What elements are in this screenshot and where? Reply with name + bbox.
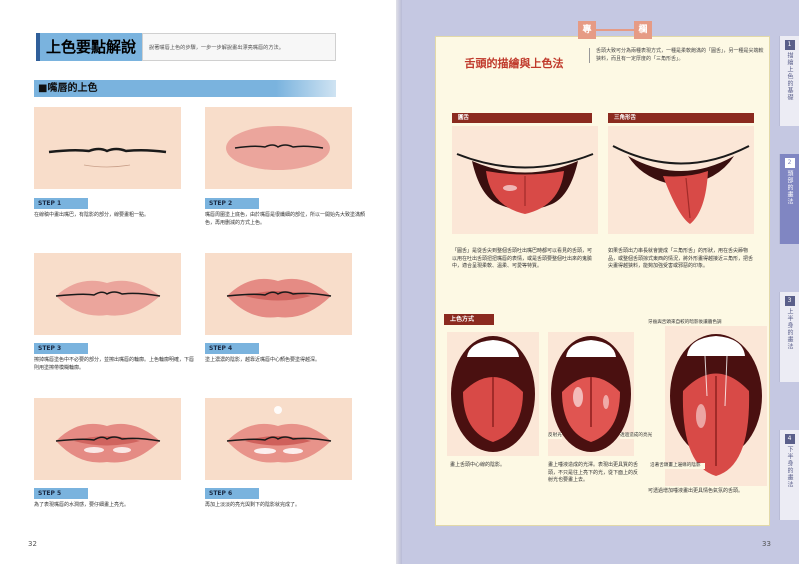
caption-step3: 可透過增加唾液畫出更具情色氣氛的舌頭。	[648, 488, 744, 494]
step1-illustration	[34, 107, 181, 189]
section-heading: ■嘴唇的上色	[34, 80, 336, 97]
step2-label: STEP 2	[205, 198, 259, 209]
lips-highlight	[55, 423, 161, 463]
caption-step1: 畫上舌頭中心線的陰影。	[450, 462, 506, 468]
step3-text: 擦掉嘴唇塗色中不必要的部分，並擦出嘴唇的輪廓。上色輪廓明確，下唇則用塗擦帶模糊輪…	[34, 357, 195, 371]
step5-text: 為了表現嘴唇的水潤感，要仔細畫上亮光。	[34, 502, 130, 508]
column-badge: 專 欄	[578, 21, 652, 39]
tab-1-label: 描繪上色的基礎	[786, 52, 793, 101]
step5-label: STEP 5	[34, 488, 88, 499]
triangle-tongue-drawing	[612, 145, 750, 224]
tongue-step1-drawing	[451, 336, 535, 452]
column-title: 舌頭的描繪與上色法	[464, 57, 564, 70]
page-title: 上色要點解說	[36, 33, 142, 61]
section-heading-text: ■嘴唇的上色	[38, 83, 98, 94]
annotation-reflect: 反射光	[548, 433, 562, 439]
annotation-shadow: 沿著舌頭畫上邊緣的陰影	[650, 463, 705, 469]
round-tongue-label: 圓舌	[452, 113, 592, 123]
lips-basecolor	[226, 126, 330, 170]
round-tongue-illustration	[452, 126, 598, 234]
coloring-step3	[665, 326, 767, 486]
title-description: 說著嘴唇上色的步驟，一步一步解說畫出漂亮嘴唇的方法。	[142, 33, 336, 61]
triangle-tongue-label: 三角形舌	[608, 113, 754, 123]
tab-chapter-1[interactable]: 1 描繪上色的基礎	[779, 36, 799, 126]
badge-divider	[596, 29, 634, 31]
badge-char-1: 專	[578, 21, 596, 39]
round-tongue-drawing	[456, 153, 594, 214]
step2-text: 嘴唇周圍塗上底色，由於嘴唇是很纖細的部位，所以一開始先大致塗滿顏色，再用删減的方…	[205, 212, 366, 226]
badge-char-2: 欄	[634, 21, 652, 39]
page-number-left: 32	[28, 540, 37, 548]
tab-1-number: 1	[784, 40, 795, 50]
lips-finished	[226, 406, 332, 463]
tab-3-label: 上半身的畫法	[786, 308, 793, 350]
step6-label: STEP 6	[205, 488, 259, 499]
coloring-method-label: 上色方式	[444, 314, 494, 325]
step3-illustration	[34, 253, 181, 335]
page-number-right: 33	[762, 540, 771, 548]
tongue-step3-drawing	[670, 334, 762, 476]
lips-lineart	[48, 147, 167, 168]
step5-illustration	[34, 398, 181, 480]
step4-label: STEP 4	[205, 343, 259, 354]
caption-step2: 畫上唾液造成的光澤。表現出更具質的舌頭，不只是往上亮下的光，從下面上的反射光也要…	[548, 462, 639, 483]
tab-chapter-4[interactable]: 4 下半身的畫法	[779, 430, 799, 520]
annotation-gap: 透過造成的亮光	[620, 433, 653, 439]
column-description: 舌頭大致可分為兩種表現方式，一種是柔軟飽滿的「圓舌」，另一種是尖端較狹料，而且有…	[589, 48, 764, 63]
book-gutter	[396, 0, 402, 564]
lips-shaded	[226, 278, 332, 318]
triangle-tongue-text: 如果舌頭出力串長就會變成「三角形舌」的形狀，用在舌尖舔物品，或整個舌頭掠式東西的…	[608, 248, 754, 269]
tab-chapter-2[interactable]: 2 頭部的畫法	[779, 154, 799, 244]
lips-shaped	[55, 280, 161, 316]
step3-label: STEP 3	[34, 343, 88, 354]
step1-label: STEP 1	[34, 198, 88, 209]
triangle-tongue-illustration	[608, 126, 754, 234]
step2-illustration	[205, 107, 352, 189]
tab-3-number: 3	[784, 296, 795, 306]
step1-text: 在線稿中畫出嘴巴，有陰影的部分，線要畫粗一點。	[34, 212, 150, 218]
tab-2-number: 2	[784, 158, 795, 168]
round-tongue-text: 「圓舌」是從舌尖到整個舌頭吐出嘴巴時都可以看見的舌頭，可以用在吐出舌頭扭扭嘴唇的…	[452, 248, 593, 269]
step4-illustration	[205, 253, 352, 335]
tab-chapter-3[interactable]: 3 上半身的畫法	[779, 292, 799, 382]
tab-2-label: 頭部的畫法	[786, 170, 793, 205]
coloring-step1	[447, 332, 539, 456]
tab-4-label: 下半身的畫法	[786, 446, 793, 488]
step6-text: 再加上淡淡的亮光與剩下的陰影就完成了。	[205, 502, 301, 508]
step6-illustration	[205, 398, 352, 480]
step4-text: 塗上濃濃的陰影，越靠近嘴唇中心顏色要塗得越深。	[205, 357, 321, 363]
tab-4-number: 4	[784, 434, 795, 444]
